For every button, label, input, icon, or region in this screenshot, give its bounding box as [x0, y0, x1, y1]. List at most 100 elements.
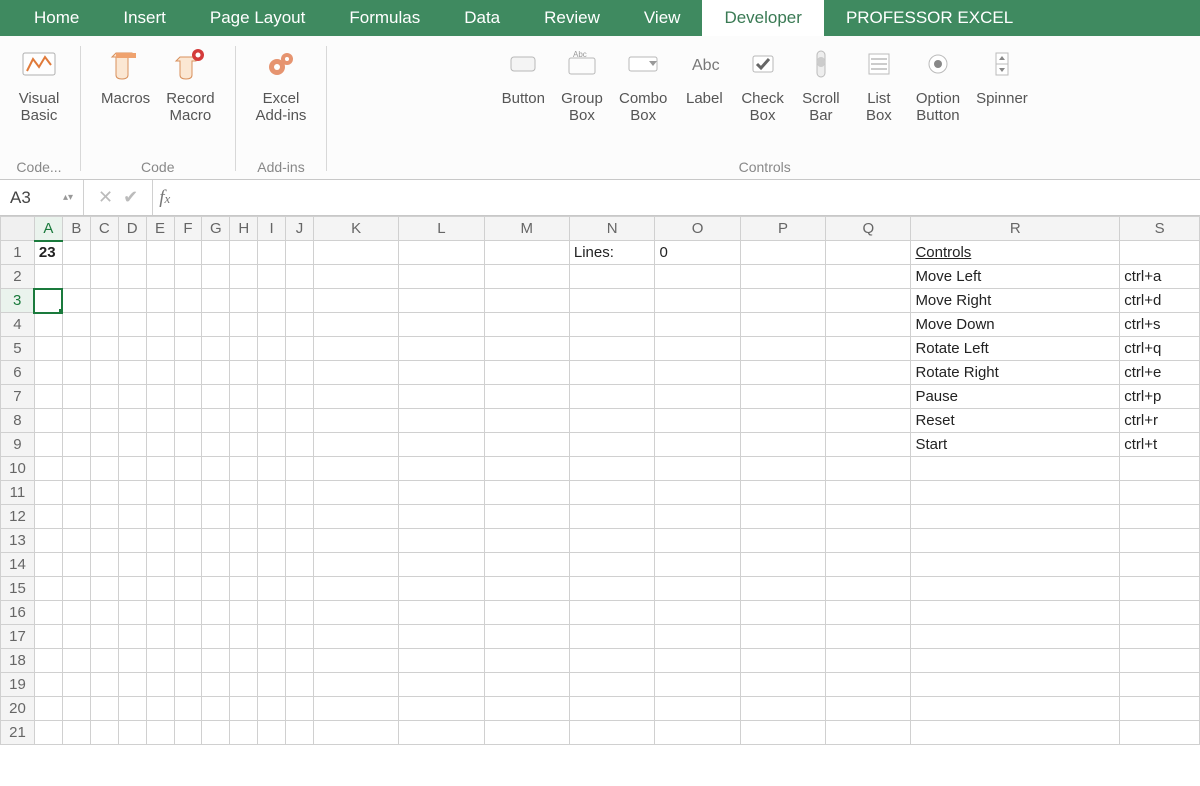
cell-D3[interactable]: [118, 289, 146, 313]
cell-M10[interactable]: [484, 457, 569, 481]
cell-N17[interactable]: [569, 625, 655, 649]
row-header-20[interactable]: 20: [1, 697, 35, 721]
row-header-9[interactable]: 9: [1, 433, 35, 457]
cell-O1[interactable]: 0: [655, 241, 740, 265]
cell-L18[interactable]: [399, 649, 484, 673]
cell-L17[interactable]: [399, 625, 484, 649]
cell-J5[interactable]: [286, 337, 314, 361]
cell-I16[interactable]: [258, 601, 286, 625]
cell-E7[interactable]: [146, 385, 174, 409]
col-header-O[interactable]: O: [655, 217, 740, 241]
cell-K16[interactable]: [313, 601, 398, 625]
cell-I20[interactable]: [258, 697, 286, 721]
cell-B1[interactable]: [62, 241, 90, 265]
row-header-2[interactable]: 2: [1, 265, 35, 289]
cell-M3[interactable]: [484, 289, 569, 313]
col-header-F[interactable]: F: [174, 217, 202, 241]
cell-E21[interactable]: [146, 721, 174, 745]
cell-J7[interactable]: [286, 385, 314, 409]
cell-S6[interactable]: ctrl+e: [1120, 361, 1200, 385]
cell-J15[interactable]: [286, 577, 314, 601]
cell-O13[interactable]: [655, 529, 740, 553]
row-header-16[interactable]: 16: [1, 601, 35, 625]
cell-Q7[interactable]: [826, 385, 911, 409]
cell-K20[interactable]: [313, 697, 398, 721]
cell-K1[interactable]: [313, 241, 398, 265]
cell-J16[interactable]: [286, 601, 314, 625]
cell-D21[interactable]: [118, 721, 146, 745]
cell-K14[interactable]: [313, 553, 398, 577]
cell-H13[interactable]: [230, 529, 258, 553]
cell-I17[interactable]: [258, 625, 286, 649]
cell-G5[interactable]: [202, 337, 230, 361]
cell-Q21[interactable]: [826, 721, 911, 745]
cell-L4[interactable]: [399, 313, 484, 337]
cell-J6[interactable]: [286, 361, 314, 385]
cell-Q2[interactable]: [826, 265, 911, 289]
cell-H21[interactable]: [230, 721, 258, 745]
cell-G18[interactable]: [202, 649, 230, 673]
cell-G7[interactable]: [202, 385, 230, 409]
macros-button[interactable]: Macros: [93, 40, 158, 107]
cell-L19[interactable]: [399, 673, 484, 697]
cell-N9[interactable]: [569, 433, 655, 457]
cell-J10[interactable]: [286, 457, 314, 481]
cell-L3[interactable]: [399, 289, 484, 313]
cell-M5[interactable]: [484, 337, 569, 361]
cell-M8[interactable]: [484, 409, 569, 433]
cell-K3[interactable]: [313, 289, 398, 313]
cell-M4[interactable]: [484, 313, 569, 337]
cell-F8[interactable]: [174, 409, 202, 433]
cell-O2[interactable]: [655, 265, 740, 289]
cell-E14[interactable]: [146, 553, 174, 577]
col-header-A[interactable]: A: [34, 217, 62, 241]
cell-D18[interactable]: [118, 649, 146, 673]
cell-B12[interactable]: [62, 505, 90, 529]
cell-L8[interactable]: [399, 409, 484, 433]
cell-L10[interactable]: [399, 457, 484, 481]
combo-box-button[interactable]: Combo Box: [611, 40, 675, 125]
cell-C18[interactable]: [90, 649, 118, 673]
cell-P8[interactable]: [740, 409, 825, 433]
cell-O7[interactable]: [655, 385, 740, 409]
col-header-B[interactable]: B: [62, 217, 90, 241]
cell-G3[interactable]: [202, 289, 230, 313]
cell-E20[interactable]: [146, 697, 174, 721]
cell-A13[interactable]: [34, 529, 62, 553]
cell-K17[interactable]: [313, 625, 398, 649]
cell-C13[interactable]: [90, 529, 118, 553]
cell-Q15[interactable]: [826, 577, 911, 601]
cell-R11[interactable]: [911, 481, 1120, 505]
cell-M20[interactable]: [484, 697, 569, 721]
cell-S11[interactable]: [1120, 481, 1200, 505]
cell-Q19[interactable]: [826, 673, 911, 697]
cell-A8[interactable]: [34, 409, 62, 433]
cell-Q18[interactable]: [826, 649, 911, 673]
label-control-button[interactable]: Abc Label: [675, 40, 733, 107]
excel-addins-button[interactable]: Excel Add-ins: [248, 40, 315, 125]
row-header-14[interactable]: 14: [1, 553, 35, 577]
cell-D10[interactable]: [118, 457, 146, 481]
cell-O3[interactable]: [655, 289, 740, 313]
cell-O19[interactable]: [655, 673, 740, 697]
cell-G11[interactable]: [202, 481, 230, 505]
cell-K5[interactable]: [313, 337, 398, 361]
cell-E4[interactable]: [146, 313, 174, 337]
cell-E13[interactable]: [146, 529, 174, 553]
cell-F13[interactable]: [174, 529, 202, 553]
cell-D1[interactable]: [118, 241, 146, 265]
cell-K19[interactable]: [313, 673, 398, 697]
cell-B11[interactable]: [62, 481, 90, 505]
cell-Q1[interactable]: [826, 241, 911, 265]
cell-N21[interactable]: [569, 721, 655, 745]
cell-E19[interactable]: [146, 673, 174, 697]
cell-O8[interactable]: [655, 409, 740, 433]
cell-M14[interactable]: [484, 553, 569, 577]
cell-G14[interactable]: [202, 553, 230, 577]
cell-I18[interactable]: [258, 649, 286, 673]
cell-L7[interactable]: [399, 385, 484, 409]
cell-E5[interactable]: [146, 337, 174, 361]
cell-R14[interactable]: [911, 553, 1120, 577]
cell-I7[interactable]: [258, 385, 286, 409]
cell-R3[interactable]: Move Right: [911, 289, 1120, 313]
